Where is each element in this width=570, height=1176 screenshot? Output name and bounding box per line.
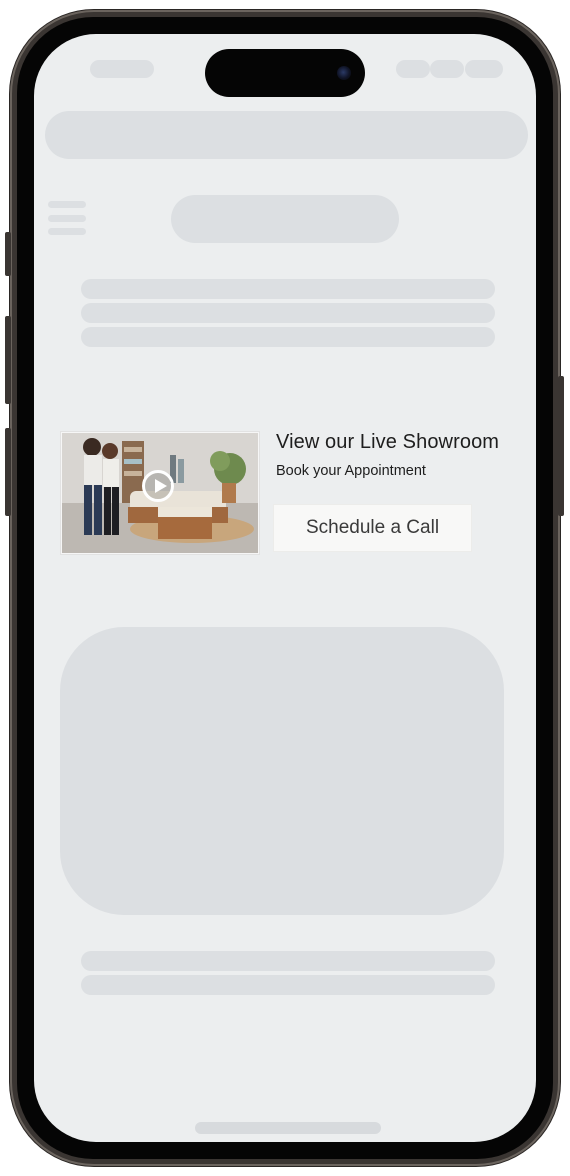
volume-down-button [5,428,11,516]
signal-placeholder [396,60,430,78]
showroom-video-thumbnail[interactable] [61,432,259,554]
text-line-placeholder [81,303,495,323]
action-button [5,232,11,276]
play-icon[interactable] [142,470,174,502]
text-line-placeholder [81,975,495,995]
status-time-placeholder [90,60,154,78]
content-block-placeholder [60,627,504,915]
schedule-call-button[interactable]: Schedule a Call [273,504,472,552]
wifi-placeholder [430,60,464,78]
address-bar-placeholder[interactable] [45,111,528,159]
home-indicator[interactable] [195,1122,381,1134]
menu-icon-line [48,228,86,235]
logo-placeholder [171,195,399,243]
text-line-placeholder [81,279,495,299]
camera-icon [337,66,351,80]
showroom-subtitle: Book your Appointment [276,463,426,479]
phone-screen: View our Live Showroom Book your Appoint… [34,34,536,1142]
battery-placeholder [465,60,503,78]
dynamic-island [205,49,365,97]
power-button [558,376,564,516]
menu-icon-line [48,215,86,222]
showroom-title: View our Live Showroom [276,431,500,453]
volume-up-button [5,316,11,404]
text-line-placeholder [81,951,495,971]
text-line-placeholder [81,327,495,347]
menu-icon-line [48,201,86,208]
